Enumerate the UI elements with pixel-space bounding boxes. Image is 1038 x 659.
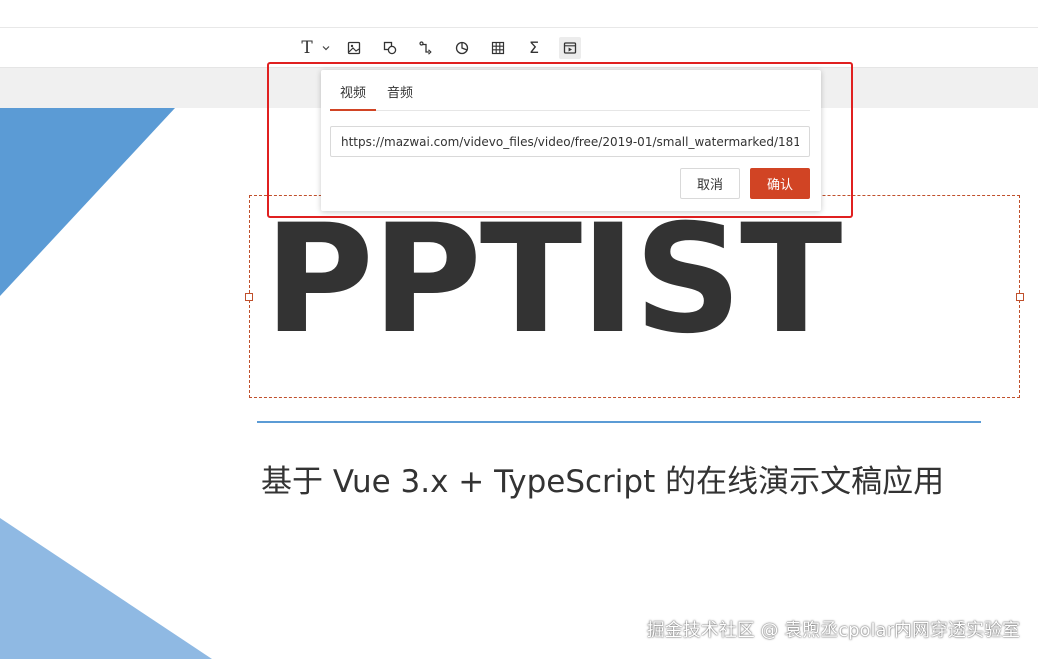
table-icon[interactable] xyxy=(487,37,509,59)
decorative-triangle-bottom xyxy=(0,518,212,659)
media-insert-popover: 视频 音频 取消 确认 xyxy=(321,70,821,211)
text-icon[interactable]: T xyxy=(296,37,318,59)
media-icon[interactable] xyxy=(559,37,581,59)
media-tabs: 视频 音频 xyxy=(330,78,810,111)
slide-divider-line xyxy=(257,421,981,423)
top-menu-bar xyxy=(0,0,1038,28)
video-url-input[interactable] xyxy=(330,126,810,157)
image-icon[interactable] xyxy=(343,37,365,59)
shape-icon[interactable] xyxy=(379,37,401,59)
formula-glyph: Σ xyxy=(528,38,540,57)
text-tool-glyph: T xyxy=(301,37,313,58)
confirm-button[interactable]: 确认 xyxy=(750,168,810,199)
chart-icon[interactable] xyxy=(451,37,473,59)
line-icon[interactable] xyxy=(415,37,437,59)
resize-handle-left[interactable] xyxy=(245,293,253,301)
tab-video[interactable]: 视频 xyxy=(330,78,376,111)
tab-audio[interactable]: 音频 xyxy=(381,78,419,109)
resize-handle-right[interactable] xyxy=(1016,293,1024,301)
selection-box xyxy=(249,195,1020,398)
tab-audio-label: 音频 xyxy=(386,86,413,101)
slide-subtitle[interactable]: 基于 Vue 3.x + TypeScript 的在线演示文稿应用 xyxy=(261,462,944,502)
chevron-down-icon[interactable] xyxy=(321,41,331,55)
tab-video-label: 视频 xyxy=(339,86,366,101)
formula-icon[interactable]: Σ xyxy=(523,37,545,59)
watermark-text: 掘金技术社区 @ 袁煦丞cpolar内网穿透实验室 xyxy=(646,620,1020,641)
cancel-button[interactable]: 取消 xyxy=(680,168,740,199)
